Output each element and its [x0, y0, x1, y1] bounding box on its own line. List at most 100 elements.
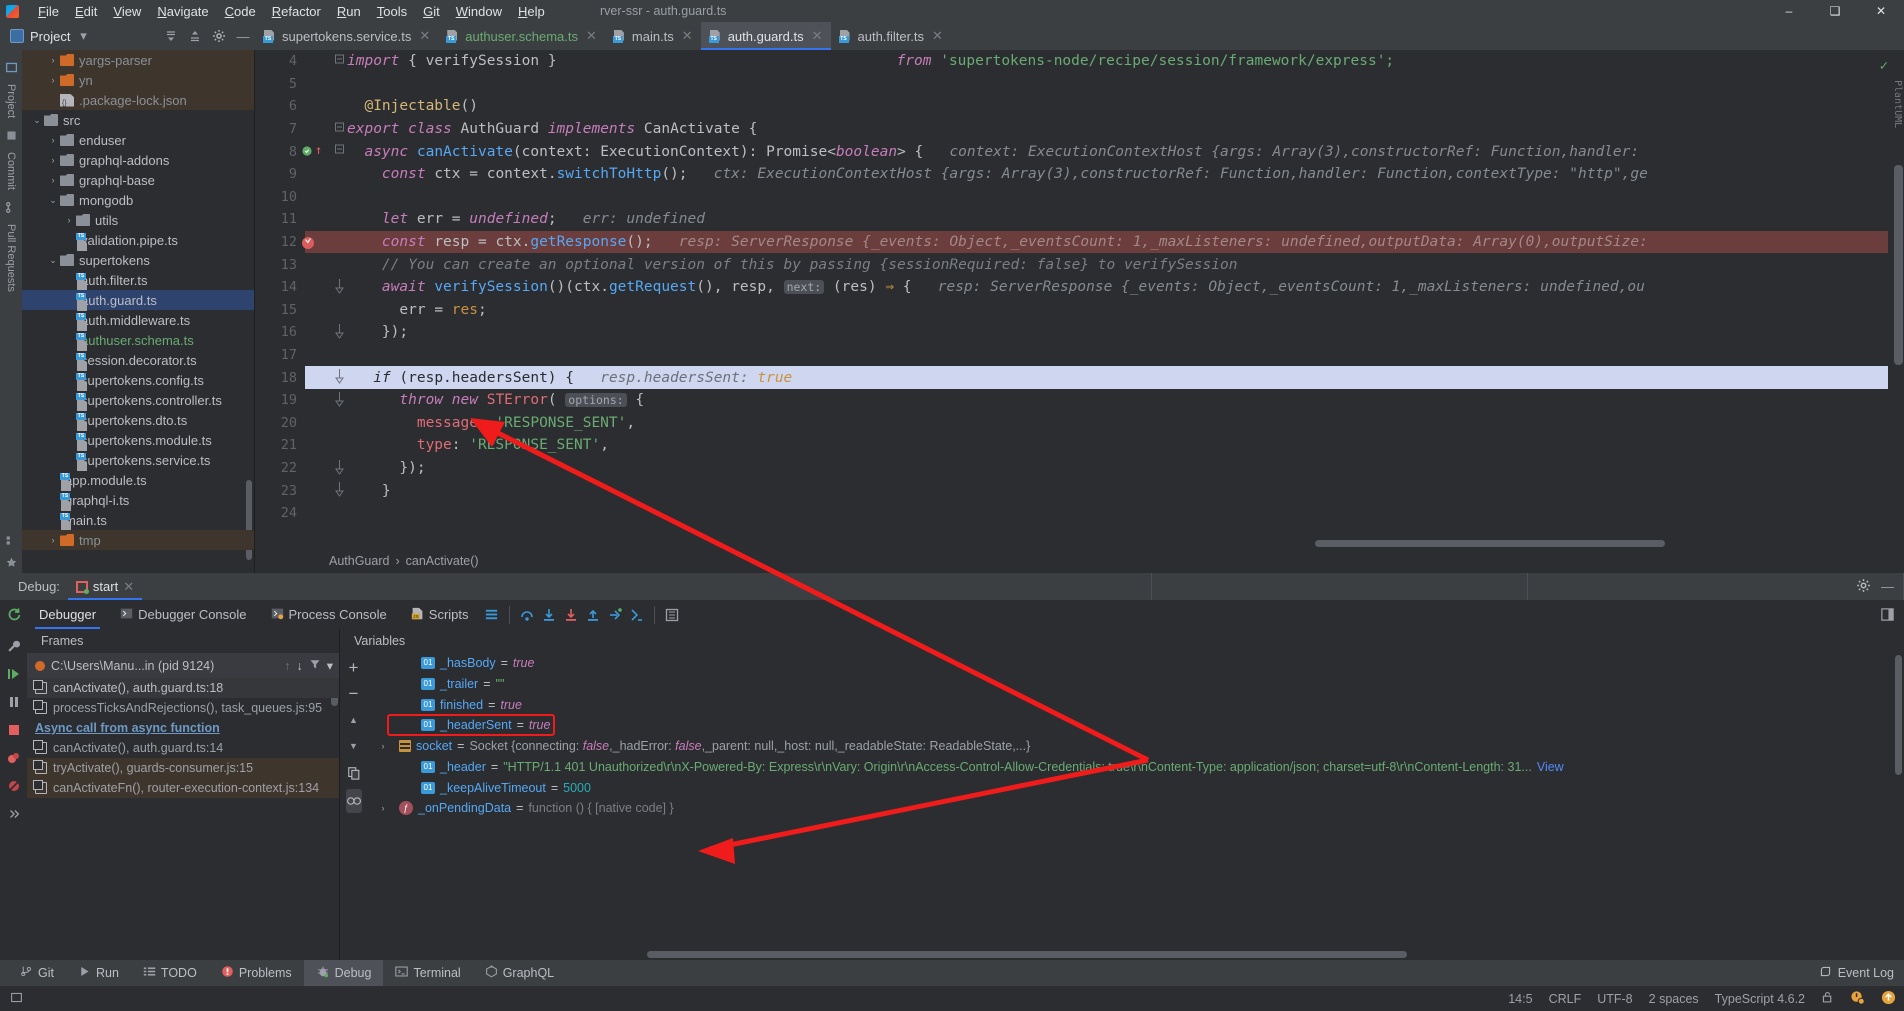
tree-node-mongodb[interactable]: ⌄ mongodb — [22, 190, 254, 210]
code-fold-end-icon[interactable] — [335, 279, 344, 298]
code-line-4[interactable]: 4 import { verifySession } from 'supertoke… — [255, 50, 1904, 73]
toolstrip-debug[interactable]: Debug — [303, 960, 384, 986]
debug-tab-scripts[interactable]: JS Scripts — [399, 600, 481, 629]
menu-item-code[interactable]: Code — [217, 2, 264, 21]
terminal-mini-icon[interactable] — [10, 991, 23, 1007]
code-line-24[interactable]: 24 — [255, 502, 1904, 525]
execution-point-icon[interactable] — [302, 145, 314, 162]
run-to-cursor-icon[interactable] — [604, 604, 626, 626]
expand-variable-icon[interactable]: › — [377, 803, 389, 813]
run-configuration-tab[interactable]: start ✕ — [67, 573, 143, 600]
more-actions-icon[interactable] — [2, 801, 26, 827]
tree-node-yn[interactable]: › yn — [22, 70, 254, 90]
code-editor[interactable]: ✓ PlantUML 4 import { verifySession } from… — [255, 50, 1904, 549]
code-line-21[interactable]: 21 type: 'RESPONSE_SENT', — [255, 434, 1904, 457]
menu-item-view[interactable]: View — [105, 2, 149, 21]
stop-program-icon[interactable] — [2, 717, 26, 743]
tree-expand-arrow-icon[interactable]: ⌄ — [46, 195, 60, 206]
tree-expand-arrow-icon[interactable]: › — [46, 75, 60, 85]
code-line-6[interactable]: 6 @Injectable() — [255, 95, 1904, 118]
breakpoint-verified-icon[interactable] — [301, 235, 316, 254]
rail-label-pullrequests[interactable]: Pull Requests — [5, 218, 17, 298]
code-line-20[interactable]: 20 message: 'RESPONSE_SENT', — [255, 412, 1904, 435]
tree-node-enduser[interactable]: › enduser — [22, 130, 254, 150]
frame-row[interactable]: processTicksAndRejections(), task_queues… — [27, 698, 339, 718]
close-tab-icon[interactable]: ✕ — [586, 28, 597, 44]
code-line-19[interactable]: 19 throw new STError( options: { — [255, 389, 1904, 412]
code-line-7[interactable]: 7 export class AuthGuard implements CanAc… — [255, 118, 1904, 141]
tree-node-validation-pipe-ts[interactable]: TS validation.pipe.ts — [22, 230, 254, 251]
variable-row-finished[interactable]: 01 finished = true — [367, 694, 1904, 715]
code-fold-icon[interactable] — [335, 121, 344, 140]
arrow-up-icon[interactable]: ↑ — [284, 659, 290, 673]
expand-all-icon[interactable] — [159, 24, 183, 48]
frame-row[interactable]: tryActivate(), guards-consumer.js:15 — [27, 758, 339, 778]
mute-breakpoints-side-icon[interactable] — [2, 773, 26, 799]
project-dropdown-chevron-icon[interactable]: ▾ — [74, 24, 92, 48]
frame-row[interactable]: canActivate(), auth.guard.ts:18 — [27, 678, 339, 698]
rail-label-commit[interactable]: Commit — [5, 146, 17, 196]
caret-position[interactable]: 14:5 — [1508, 992, 1532, 1006]
editor-tab-authuser-schema-ts[interactable]: TS authuser.schema.ts ✕ — [438, 22, 605, 50]
watches-icon[interactable] — [345, 789, 362, 813]
chevron-down-icon[interactable]: ▾ — [327, 658, 333, 673]
frame-row[interactable]: Async call from async function — [27, 718, 339, 738]
frames-list[interactable]: canActivate(), auth.guard.ts:18 processTi… — [27, 678, 339, 960]
update-arrow-icon[interactable] — [1881, 990, 1896, 1008]
code-fold-icon[interactable] — [335, 53, 344, 72]
minimize-button[interactable]: – — [1766, 0, 1812, 22]
code-line-18[interactable]: 18 if (resp.headersSent) { resp.headersS… — [255, 366, 1904, 389]
force-step-into-icon[interactable] — [560, 604, 582, 626]
code-fold-end-icon[interactable] — [335, 392, 344, 411]
tree-node-utils[interactable]: › utils — [22, 210, 254, 230]
unlocked-icon[interactable] — [1821, 990, 1834, 1007]
editor-tab-supertokens-service-ts[interactable]: TS supertokens.service.ts ✕ — [255, 22, 438, 50]
menu-item-file[interactable]: File — [30, 2, 67, 21]
step-over-icon[interactable] — [516, 604, 538, 626]
pullrequests-rail-icon[interactable] — [1, 196, 21, 218]
filter-icon[interactable] — [309, 658, 321, 673]
code-line-9[interactable]: 9 const ctx = context.switchToHttp(); ct… — [255, 163, 1904, 186]
breadcrumb-class[interactable]: AuthGuard — [329, 554, 389, 568]
rerun-icon[interactable] — [0, 607, 27, 623]
toolstrip-graphql[interactable]: GraphQL — [473, 960, 566, 986]
tree-expand-arrow-icon[interactable]: › — [46, 135, 60, 145]
pause-program-icon[interactable] — [2, 689, 26, 715]
tree-node-app-module-ts[interactable]: TS app.module.ts — [22, 470, 254, 491]
code-line-10[interactable]: 10 — [255, 186, 1904, 209]
tree-expand-arrow-icon[interactable]: › — [62, 215, 76, 225]
move-up-button[interactable]: ▲ — [349, 709, 358, 731]
evaluate-expression-icon[interactable] — [626, 604, 648, 626]
tree-node-graphql-base[interactable]: › graphql-base — [22, 170, 254, 190]
inspections-icon[interactable] — [1850, 990, 1865, 1008]
maximize-button[interactable]: ❑ — [1812, 0, 1858, 22]
menu-item-navigate[interactable]: Navigate — [149, 2, 216, 21]
view-value-link[interactable]: View — [1537, 760, 1564, 774]
code-line-5[interactable]: 5 — [255, 73, 1904, 96]
variable-row-_header[interactable]: 01 _header = "HTTP/1.1 401 Unauthorized\r\n… — [367, 757, 1904, 778]
toolstrip-terminal[interactable]: Terminal — [383, 960, 472, 986]
resume-program-icon[interactable] — [2, 661, 26, 687]
language-version[interactable]: TypeScript 4.6.2 — [1715, 992, 1805, 1006]
menu-item-refactor[interactable]: Refactor — [264, 2, 329, 21]
variable-row-_hasBody[interactable]: 01 _hasBody = true — [367, 653, 1904, 674]
toolstrip-todo[interactable]: TODO — [131, 960, 209, 986]
copy-icon[interactable] — [347, 761, 361, 785]
favorites-rail-icon[interactable] — [1, 551, 21, 573]
code-line-16[interactable]: 16 }); — [255, 321, 1904, 344]
project-tree[interactable]: › yargs-parser › yn {} .package-lock.json ⌄ src… — [22, 50, 255, 573]
toolstrip-git[interactable]: Git — [8, 960, 66, 986]
breadcrumb-method[interactable]: canActivate() — [406, 554, 479, 568]
hide-toolwindow-icon[interactable]: — — [231, 24, 255, 48]
rail-label-project[interactable]: Project — [5, 78, 17, 124]
settings-wrench-icon[interactable] — [2, 633, 26, 659]
close-tab-icon[interactable]: ✕ — [812, 28, 823, 44]
toolstrip-run[interactable]: Run — [66, 960, 131, 986]
variable-row-_trailer[interactable]: 01 _trailer = "" — [367, 674, 1904, 695]
toolstrip-problems[interactable]: Problems — [209, 960, 304, 986]
code-line-17[interactable]: 17 — [255, 344, 1904, 367]
tree-node-supertokens-service-ts[interactable]: TS supertokens.service.ts — [22, 450, 254, 471]
menu-item-window[interactable]: Window — [448, 2, 510, 21]
tree-node-yargs-parser[interactable]: › yargs-parser — [22, 50, 254, 70]
tree-node-supertokens-dto-ts[interactable]: TS supertokens.dto.ts — [22, 410, 254, 431]
